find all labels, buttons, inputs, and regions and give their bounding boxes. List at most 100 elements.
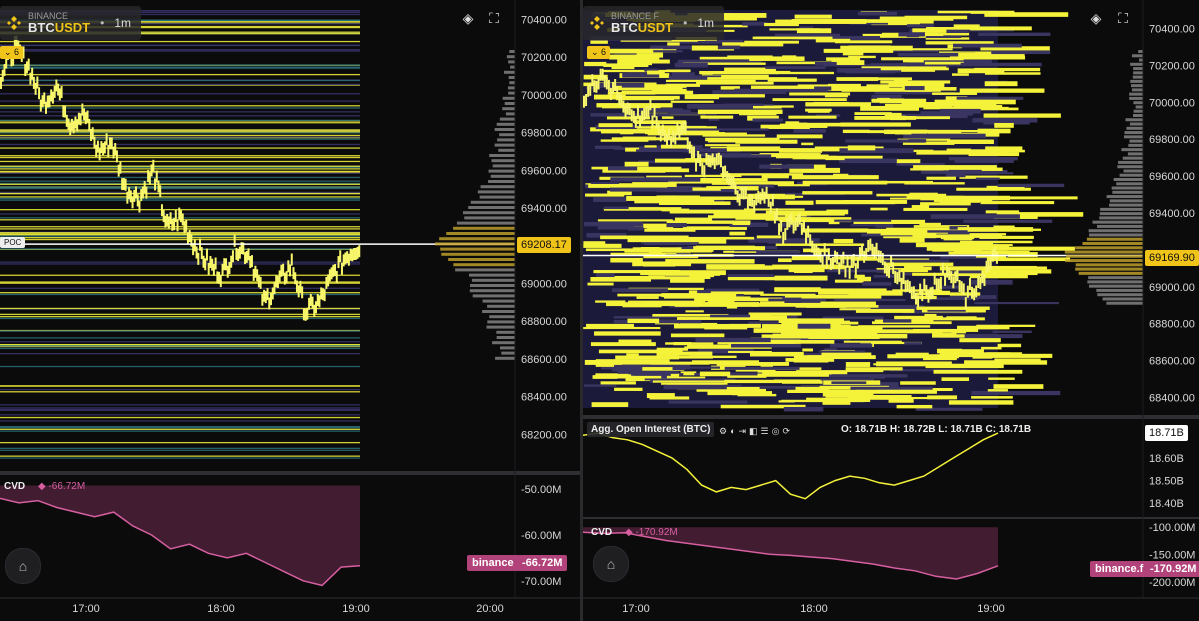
indicator-count-badge[interactable]: ⌄ 6: [0, 46, 24, 59]
heatmap-cell: [985, 210, 1020, 214]
left-chart-panel[interactable]: 70400.00 70200.00 70000.00 69800.00 69600.00…: [0, 0, 580, 621]
price-candle: [838, 262, 841, 275]
heatmap-cell: [722, 103, 764, 106]
heatmap-cell: [676, 317, 767, 320]
time-tick-label: 19:00: [342, 603, 370, 615]
symbol-name: BTCUSDT: [28, 21, 90, 35]
profile-bar: [455, 268, 515, 272]
right-chart-panel[interactable]: 70400.00 70200.00 70000.00 69800.00 69600.00…: [583, 0, 1199, 621]
heatmap-cell: [953, 24, 980, 30]
liquidity-line: [0, 119, 360, 121]
left-chart-canvas[interactable]: 70400.00 70200.00 70000.00 69800.00 69600.00…: [0, 0, 580, 621]
layers-icon[interactable]: ◈: [460, 10, 476, 26]
heatmap-cell: [683, 372, 695, 376]
price-candle: [219, 275, 222, 288]
liquidity-line: [0, 100, 360, 102]
logo-button[interactable]: ⌂: [5, 548, 41, 584]
price-candle: [603, 75, 606, 88]
right-symbol-header[interactable]: BINANCE F BTCUSDT • 1m: [583, 6, 724, 40]
heatmap-cell: [959, 338, 1001, 343]
price-candle: [697, 150, 700, 163]
price-candle: [351, 249, 354, 262]
heatmap-cell: [961, 349, 984, 354]
price-candle: [70, 118, 73, 131]
price-candle: [952, 276, 955, 289]
price-candle: [119, 161, 122, 174]
price-candle: [55, 79, 58, 92]
timeframe-label[interactable]: 1m: [697, 16, 714, 30]
price-candle: [51, 91, 54, 104]
price-candle: [297, 285, 300, 298]
logo-button[interactable]: ⌂: [593, 546, 629, 582]
heatmap-cell: [786, 333, 840, 337]
price-candle: [607, 79, 610, 92]
price-candle: [259, 276, 262, 289]
price-tick-label: 69000.00: [1149, 282, 1195, 294]
heatmap-cell: [767, 239, 782, 244]
price-candle: [301, 286, 304, 299]
price-candle: [670, 135, 673, 148]
profile-bar: [1139, 58, 1143, 62]
price-tick-label: 68200.00: [521, 429, 567, 441]
price-candle: [346, 251, 349, 264]
profile-bar: [471, 278, 515, 282]
time-tick-label: 19:00: [977, 603, 1005, 615]
price-tick-label: 68600.00: [1149, 356, 1195, 368]
price-candle: [705, 153, 708, 166]
heatmap-cell: [704, 144, 741, 147]
price-candle: [308, 297, 311, 310]
heatmap-cell: [971, 390, 1061, 396]
heatmap-cell: [896, 404, 933, 409]
liquidity-line: [0, 449, 360, 451]
price-candle: [57, 83, 60, 96]
price-candle: [74, 116, 77, 129]
price-candle: [773, 211, 776, 224]
price-candle: [599, 68, 602, 81]
indicator-toolbar-icons[interactable]: ⚙◐⇥◧☰◎⟳: [719, 426, 793, 437]
indicator-count-badge[interactable]: ⌄ 6: [587, 46, 611, 59]
price-candle: [261, 293, 264, 306]
price-candle: [861, 244, 864, 257]
price-candle: [983, 274, 986, 287]
timeframe-label[interactable]: 1m: [114, 16, 131, 30]
profile-bar: [1112, 190, 1143, 194]
heatmap-cell: [670, 278, 705, 283]
layers-icon[interactable]: ◈: [1088, 10, 1104, 26]
heatmap-cell: [971, 151, 1010, 156]
price-candle: [634, 115, 637, 128]
price-candle: [645, 106, 648, 119]
heatmap-cell: [926, 87, 957, 91]
price-candle: [315, 301, 317, 314]
symbol-base: BTC: [28, 20, 55, 35]
profile-bar: [1106, 195, 1143, 199]
heatmap-cell: [647, 227, 686, 232]
liquidity-line: [0, 430, 360, 432]
time-tick-label: 20:00: [476, 603, 504, 615]
symbol-name: BTCUSDT: [611, 21, 673, 35]
heatmap-cell: [956, 187, 1031, 191]
price-candle: [233, 234, 236, 247]
liquidity-line: [0, 73, 360, 76]
profile-bar: [502, 107, 515, 111]
profile-bar: [469, 273, 515, 277]
price-candle: [753, 199, 756, 212]
heatmap-cell: [980, 273, 1028, 279]
left-symbol-header[interactable]: BINANCE BTCUSDT • 1m: [0, 6, 141, 40]
heatmap-cell: [857, 276, 872, 282]
heatmap-cell: [696, 81, 774, 85]
heatmap-cell: [785, 200, 814, 205]
price-candle: [875, 242, 878, 255]
price-candle: [218, 271, 221, 284]
price-candle: [765, 186, 768, 199]
fullscreen-icon[interactable]: ⛶: [1115, 10, 1131, 26]
profile-bar: [1102, 297, 1143, 301]
heatmap-cell: [794, 329, 874, 333]
heatmap-cell: [946, 139, 994, 145]
price-candle: [327, 274, 330, 287]
profile-bar: [1089, 233, 1143, 237]
price-candle: [109, 137, 112, 150]
heatmap-cell: [656, 351, 713, 356]
symbol-quote: USDT: [637, 20, 674, 35]
heatmap-cell: [611, 137, 689, 141]
fullscreen-icon[interactable]: ⛶: [486, 10, 502, 26]
